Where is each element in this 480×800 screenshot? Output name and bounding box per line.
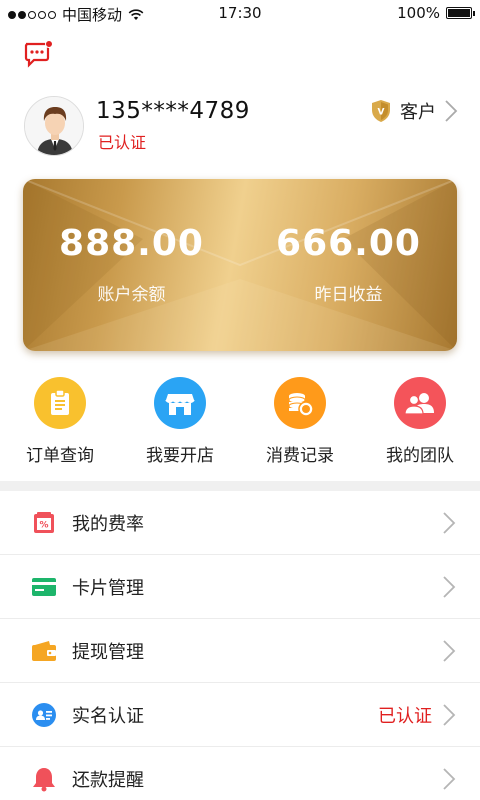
action-spending-record[interactable]: 消费记录	[240, 377, 360, 467]
chevron-right-icon	[443, 703, 456, 726]
chevron-right-icon	[443, 511, 456, 534]
team-icon	[394, 377, 446, 429]
status-bar: 中国移动 17:30 100%	[0, 0, 480, 26]
wallet-icon	[30, 637, 58, 665]
message-button[interactable]	[24, 40, 54, 68]
action-my-team[interactable]: 我的团队	[360, 377, 480, 467]
menu-item-card[interactable]: 卡片管理	[0, 555, 480, 619]
balance-value: 888.00	[59, 223, 204, 264]
chevron-right-icon	[443, 639, 456, 662]
avatar-image	[25, 97, 83, 155]
menu-item-repay-reminder[interactable]: 还款提醒	[0, 747, 480, 800]
avatar[interactable]	[24, 96, 84, 156]
chevron-right-icon	[443, 767, 456, 790]
action-label: 订单查询	[26, 446, 94, 466]
rate-icon: %	[30, 509, 58, 537]
action-label: 我的团队	[386, 446, 454, 466]
section-divider	[0, 481, 480, 491]
yesterday-value: 666.00	[276, 223, 421, 264]
action-open-shop[interactable]: 我要开店	[120, 377, 240, 467]
verified-status: 已认证	[98, 133, 147, 152]
menu-item-rate[interactable]: % 我的费率	[0, 491, 480, 555]
menu-label: 我的费率	[72, 513, 144, 535]
card-icon	[30, 573, 58, 601]
vip-shield-icon: V	[372, 100, 390, 122]
menu-label: 实名认证	[72, 705, 144, 727]
chevron-right-icon	[443, 575, 456, 598]
balance-label: 账户余额	[97, 285, 166, 305]
menu-status: 已认证	[378, 705, 432, 727]
vip-badge-letter: V	[378, 108, 385, 118]
yesterday-earnings[interactable]: 666.00 昨日收益	[240, 223, 457, 305]
svg-text:%: %	[39, 520, 48, 530]
customer-label: 客户	[400, 102, 436, 123]
quick-actions: 订单查询 我要开店 消费记录 我的团队	[0, 377, 480, 467]
action-label: 我要开店	[146, 446, 214, 466]
message-icon	[24, 40, 53, 68]
balance-card: 888.00 账户余额 666.00 昨日收益	[23, 179, 457, 351]
chevron-right-icon	[445, 100, 458, 122]
menu-label: 还款提醒	[72, 769, 144, 791]
user-phone: 135****4789	[96, 98, 250, 124]
order-icon	[34, 377, 86, 429]
menu-list: % 我的费率 卡片管理 提现管理 实名认证 已认证 还款提醒	[0, 491, 480, 800]
menu-label: 提现管理	[72, 641, 144, 663]
action-label: 消费记录	[266, 446, 334, 466]
battery-percent: 100%	[397, 4, 440, 22]
action-order-query[interactable]: 订单查询	[0, 377, 120, 467]
menu-label: 卡片管理	[72, 577, 144, 599]
menu-item-withdraw[interactable]: 提现管理	[0, 619, 480, 683]
id-icon	[30, 701, 58, 729]
shop-icon	[154, 377, 206, 429]
status-right: 100%	[397, 4, 475, 22]
menu-item-real-name[interactable]: 实名认证 已认证	[0, 683, 480, 747]
bell-icon	[30, 765, 58, 793]
coins-icon	[274, 377, 326, 429]
battery-icon	[446, 7, 475, 19]
account-balance[interactable]: 888.00 账户余额	[23, 223, 240, 305]
customer-link[interactable]: V 客户	[370, 98, 458, 124]
yesterday-label: 昨日收益	[314, 285, 383, 305]
